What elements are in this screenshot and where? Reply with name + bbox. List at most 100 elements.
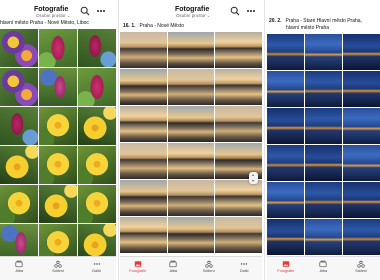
photo-thumbnail[interactable]: [343, 219, 380, 255]
space-selector-label: Osobní prostor: [176, 13, 206, 18]
photo-thumbnail[interactable]: [343, 182, 380, 218]
space-selector-label: Osobní prostor: [36, 13, 66, 18]
tab-more[interactable]: Další: [84, 260, 110, 274]
tab-sharing[interactable]: Sdílení: [196, 260, 222, 274]
date-location-header: hlavní město Praha - Nové Město, Liboc: [0, 20, 89, 26]
space-selector[interactable]: Osobní prostor⌄: [36, 13, 70, 19]
photo-thumbnail[interactable]: [305, 182, 342, 218]
tab-label: Alba: [15, 269, 24, 273]
photo-thumbnail[interactable]: [0, 185, 38, 223]
photo-thumbnail[interactable]: [167, 106, 215, 142]
photo-thumbnail[interactable]: [343, 71, 380, 107]
sharing-icon: [54, 260, 62, 268]
photo-thumbnail[interactable]: [0, 68, 38, 106]
photo-thumbnail[interactable]: [267, 145, 304, 181]
tab-albums[interactable]: Alba: [6, 260, 32, 274]
photo-grid: [120, 32, 262, 253]
photo-thumbnail[interactable]: [215, 180, 262, 216]
photo-thumbnail[interactable]: [305, 145, 342, 181]
tab-more[interactable]: Další: [231, 260, 257, 274]
photos-icon: [282, 261, 290, 267]
search-icon[interactable]: [230, 6, 240, 16]
photo-thumbnail[interactable]: [120, 180, 167, 216]
photo-thumbnail[interactable]: [39, 107, 77, 145]
photo-grid: [0, 29, 116, 262]
albums-icon: [169, 260, 177, 268]
photo-thumbnail[interactable]: [167, 32, 215, 68]
date-location-header: 16. 1. Praha - Nové Město: [123, 23, 184, 29]
tab-label: Sdílení: [202, 269, 215, 273]
more-options-icon[interactable]: [246, 6, 256, 16]
photo-thumbnail[interactable]: [0, 29, 38, 67]
chevron-down-icon: ⌄: [66, 13, 71, 18]
photo-thumbnail[interactable]: [120, 106, 167, 142]
albums-icon: [319, 260, 328, 268]
photo-thumbnail[interactable]: [78, 29, 116, 67]
tab-label: Sdílení: [52, 269, 64, 273]
photo-thumbnail[interactable]: [267, 34, 304, 70]
photo-thumbnail[interactable]: [267, 108, 304, 144]
photo-thumbnail[interactable]: [120, 217, 167, 253]
tab-label: Další: [239, 269, 249, 273]
location-label: Praha - Nové Město: [139, 23, 184, 29]
photo-grid: [267, 34, 380, 255]
tab-bar: Alba Sdílení Další: [0, 256, 116, 280]
photo-thumbnail[interactable]: [215, 69, 262, 105]
photo-thumbnail[interactable]: [120, 143, 167, 179]
photo-thumbnail[interactable]: [0, 107, 38, 145]
date-label: 16. 1.: [123, 23, 136, 29]
photo-thumbnail[interactable]: [39, 146, 77, 184]
photo-thumbnail[interactable]: [305, 34, 342, 70]
photos-icon: [134, 261, 141, 267]
photo-thumbnail[interactable]: [267, 71, 304, 107]
photo-thumbnail[interactable]: [39, 185, 77, 223]
tab-sharing[interactable]: Sdílení: [348, 260, 374, 274]
photo-thumbnail[interactable]: [78, 107, 116, 145]
location-label-line2: hlavní město Praha: [286, 25, 330, 31]
tab-albums[interactable]: Alba: [160, 260, 186, 274]
tab-photos[interactable]: Fotografie: [273, 260, 299, 274]
app-header: Fotografie Osobní prostor⌄ 16. 1. Praha -…: [120, 0, 262, 30]
chevron-down-icon: ⌄: [206, 13, 211, 18]
photos-screen-flowers: Fotografie Osobní prostor⌄ hlavní město …: [0, 0, 116, 280]
photo-thumbnail[interactable]: [267, 219, 304, 255]
photo-thumbnail[interactable]: [267, 182, 304, 218]
space-selector[interactable]: Osobní prostor⌄: [176, 13, 210, 19]
photo-thumbnail[interactable]: [167, 217, 215, 253]
photo-thumbnail[interactable]: [343, 108, 380, 144]
photo-thumbnail[interactable]: [167, 180, 215, 216]
tab-photos[interactable]: Fotografie: [125, 260, 151, 274]
photo-thumbnail[interactable]: [215, 106, 262, 142]
photo-thumbnail[interactable]: [39, 29, 77, 67]
photo-thumbnail[interactable]: [343, 145, 380, 181]
date-location-header: 20. 2. Praha - Staré Hlavní město Praha,: [269, 18, 362, 24]
sharing-icon: [205, 260, 213, 268]
more-options-icon[interactable]: [96, 6, 106, 16]
photo-thumbnail[interactable]: [215, 217, 262, 253]
photos-screen-night: 20. 2. Praha - Staré Hlavní město Praha, …: [267, 0, 380, 280]
search-icon[interactable]: [80, 6, 90, 16]
more-icon: [93, 263, 100, 265]
photo-thumbnail[interactable]: [120, 69, 167, 105]
photo-thumbnail[interactable]: [305, 219, 342, 255]
panel-divider: [264, 0, 265, 280]
photo-thumbnail[interactable]: [39, 68, 77, 106]
photo-thumbnail[interactable]: [0, 146, 38, 184]
panel-divider: [118, 0, 119, 280]
photo-thumbnail[interactable]: [343, 34, 380, 70]
scroll-scrubber-handle[interactable]: [249, 172, 258, 184]
tab-sharing[interactable]: Sdílení: [45, 260, 71, 274]
photo-thumbnail[interactable]: [215, 32, 262, 68]
albums-icon: [15, 260, 23, 268]
photo-thumbnail[interactable]: [78, 185, 116, 223]
photo-thumbnail[interactable]: [167, 69, 215, 105]
tab-label: Fotografie: [277, 269, 295, 273]
tab-albums[interactable]: Alba: [310, 260, 336, 274]
photo-thumbnail[interactable]: [78, 146, 116, 184]
photo-thumbnail[interactable]: [78, 68, 116, 106]
photo-thumbnail[interactable]: [305, 108, 342, 144]
tab-bar: Fotografie Alba Sdílení: [267, 256, 380, 280]
photo-thumbnail[interactable]: [167, 143, 215, 179]
photo-thumbnail[interactable]: [305, 71, 342, 107]
photo-thumbnail[interactable]: [120, 32, 167, 68]
